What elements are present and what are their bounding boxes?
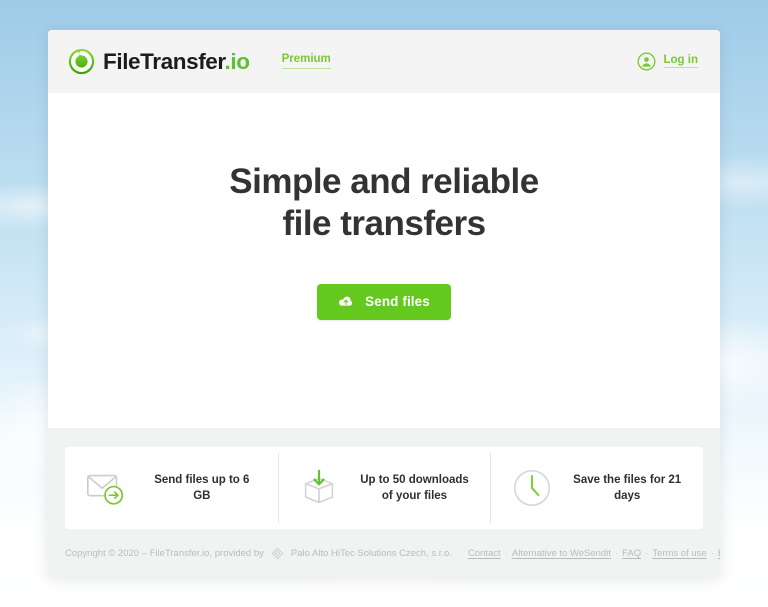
clock-icon <box>509 465 555 511</box>
user-circle-icon <box>637 52 656 71</box>
footer-links: Contact · Alternative to WeSendit · FAQ … <box>468 548 720 559</box>
copyright-text: Copyright © 2020 – FileTransfer.io, prov… <box>65 547 264 559</box>
hero-section: Simple and reliable file transfers Send … <box>48 93 720 428</box>
feature-retention-days: Save the files for 21 days <box>490 447 703 529</box>
feature-label: Send files up to 6 GB <box>154 473 250 502</box>
send-files-button[interactable]: Send files <box>317 283 451 320</box>
features-zone: Send files up to 6 GB Up to 50 downloads… <box>48 428 720 529</box>
hero-title-line-2: file transfers <box>282 204 486 244</box>
footer-link-terms[interactable]: Terms of use <box>652 548 706 559</box>
footer-separator: · <box>710 547 714 559</box>
box-download-icon <box>296 465 342 511</box>
brand-logo-link[interactable]: FileTransfer.io <box>68 48 250 75</box>
footer-link-enterprise[interactable]: Enterprise <box>718 548 720 559</box>
footer-separator: · <box>614 547 619 559</box>
feature-download-count: Up to 50 downloads of your files <box>277 447 491 529</box>
page-card: FileTransfer.io Premium Log in Simple an… <box>48 30 720 577</box>
footer-separator: · <box>504 547 508 559</box>
partner-name: Palo Alto HiTec Solutions Czech, s.r.o. <box>290 547 452 559</box>
site-footer: Copyright © 2020 – FileTransfer.io, prov… <box>48 529 720 577</box>
feature-label: Save the files for 21 days <box>573 473 682 502</box>
page-title: Simple and reliable file transfers <box>229 161 539 246</box>
site-header: FileTransfer.io Premium Log in <box>48 30 720 93</box>
footer-link-contact[interactable]: Contact <box>468 548 501 559</box>
hero-title-line-1: Simple and reliable <box>229 162 539 201</box>
premium-link[interactable]: Premium <box>281 54 331 69</box>
diamond-icon <box>271 547 284 560</box>
login-link[interactable]: Log in <box>637 52 698 71</box>
envelope-arrow-icon <box>83 465 129 511</box>
footer-separator: · <box>645 547 649 559</box>
cloud-upload-icon <box>338 296 354 308</box>
feature-send-size: Send files up to 6 GB <box>65 447 278 529</box>
copyright-block: Copyright © 2020 – FileTransfer.io, prov… <box>65 547 452 560</box>
features-panel: Send files up to 6 GB Up to 50 downloads… <box>65 447 703 529</box>
footer-link-faq[interactable]: FAQ <box>622 548 641 559</box>
feature-label: Up to 50 downloads of your files <box>360 473 469 502</box>
brand-wordmark: FileTransfer.io <box>103 48 250 74</box>
footer-link-alternative[interactable]: Alternative to WeSendit <box>512 548 611 559</box>
filetransfer-ring-logo-icon <box>68 48 95 75</box>
send-files-label: Send files <box>365 294 430 310</box>
login-label: Log in <box>663 54 698 69</box>
